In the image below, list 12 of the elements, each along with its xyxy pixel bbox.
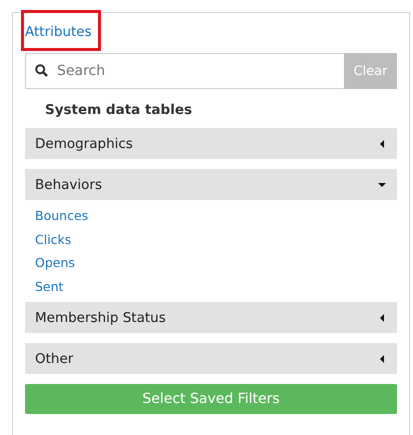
accordion-header[interactable]: Behaviors [25, 169, 397, 200]
accordion-header[interactable]: Membership Status [25, 302, 397, 333]
attribute-link[interactable]: Bounces [35, 206, 88, 230]
section-heading: System data tables [44, 101, 194, 120]
select-saved-filters-button[interactable]: Select Saved Filters [25, 384, 397, 414]
attribute-link[interactable]: Sent [35, 276, 64, 300]
attributes-link[interactable]: Attributes [24, 13, 98, 48]
accordion-header[interactable]: Demographics [25, 128, 397, 159]
attribute-link[interactable]: Clicks [35, 230, 72, 253]
attribute-link[interactable]: Opens [35, 253, 75, 276]
accordion-header[interactable]: Other [25, 343, 397, 374]
search-icon [35, 64, 48, 77]
